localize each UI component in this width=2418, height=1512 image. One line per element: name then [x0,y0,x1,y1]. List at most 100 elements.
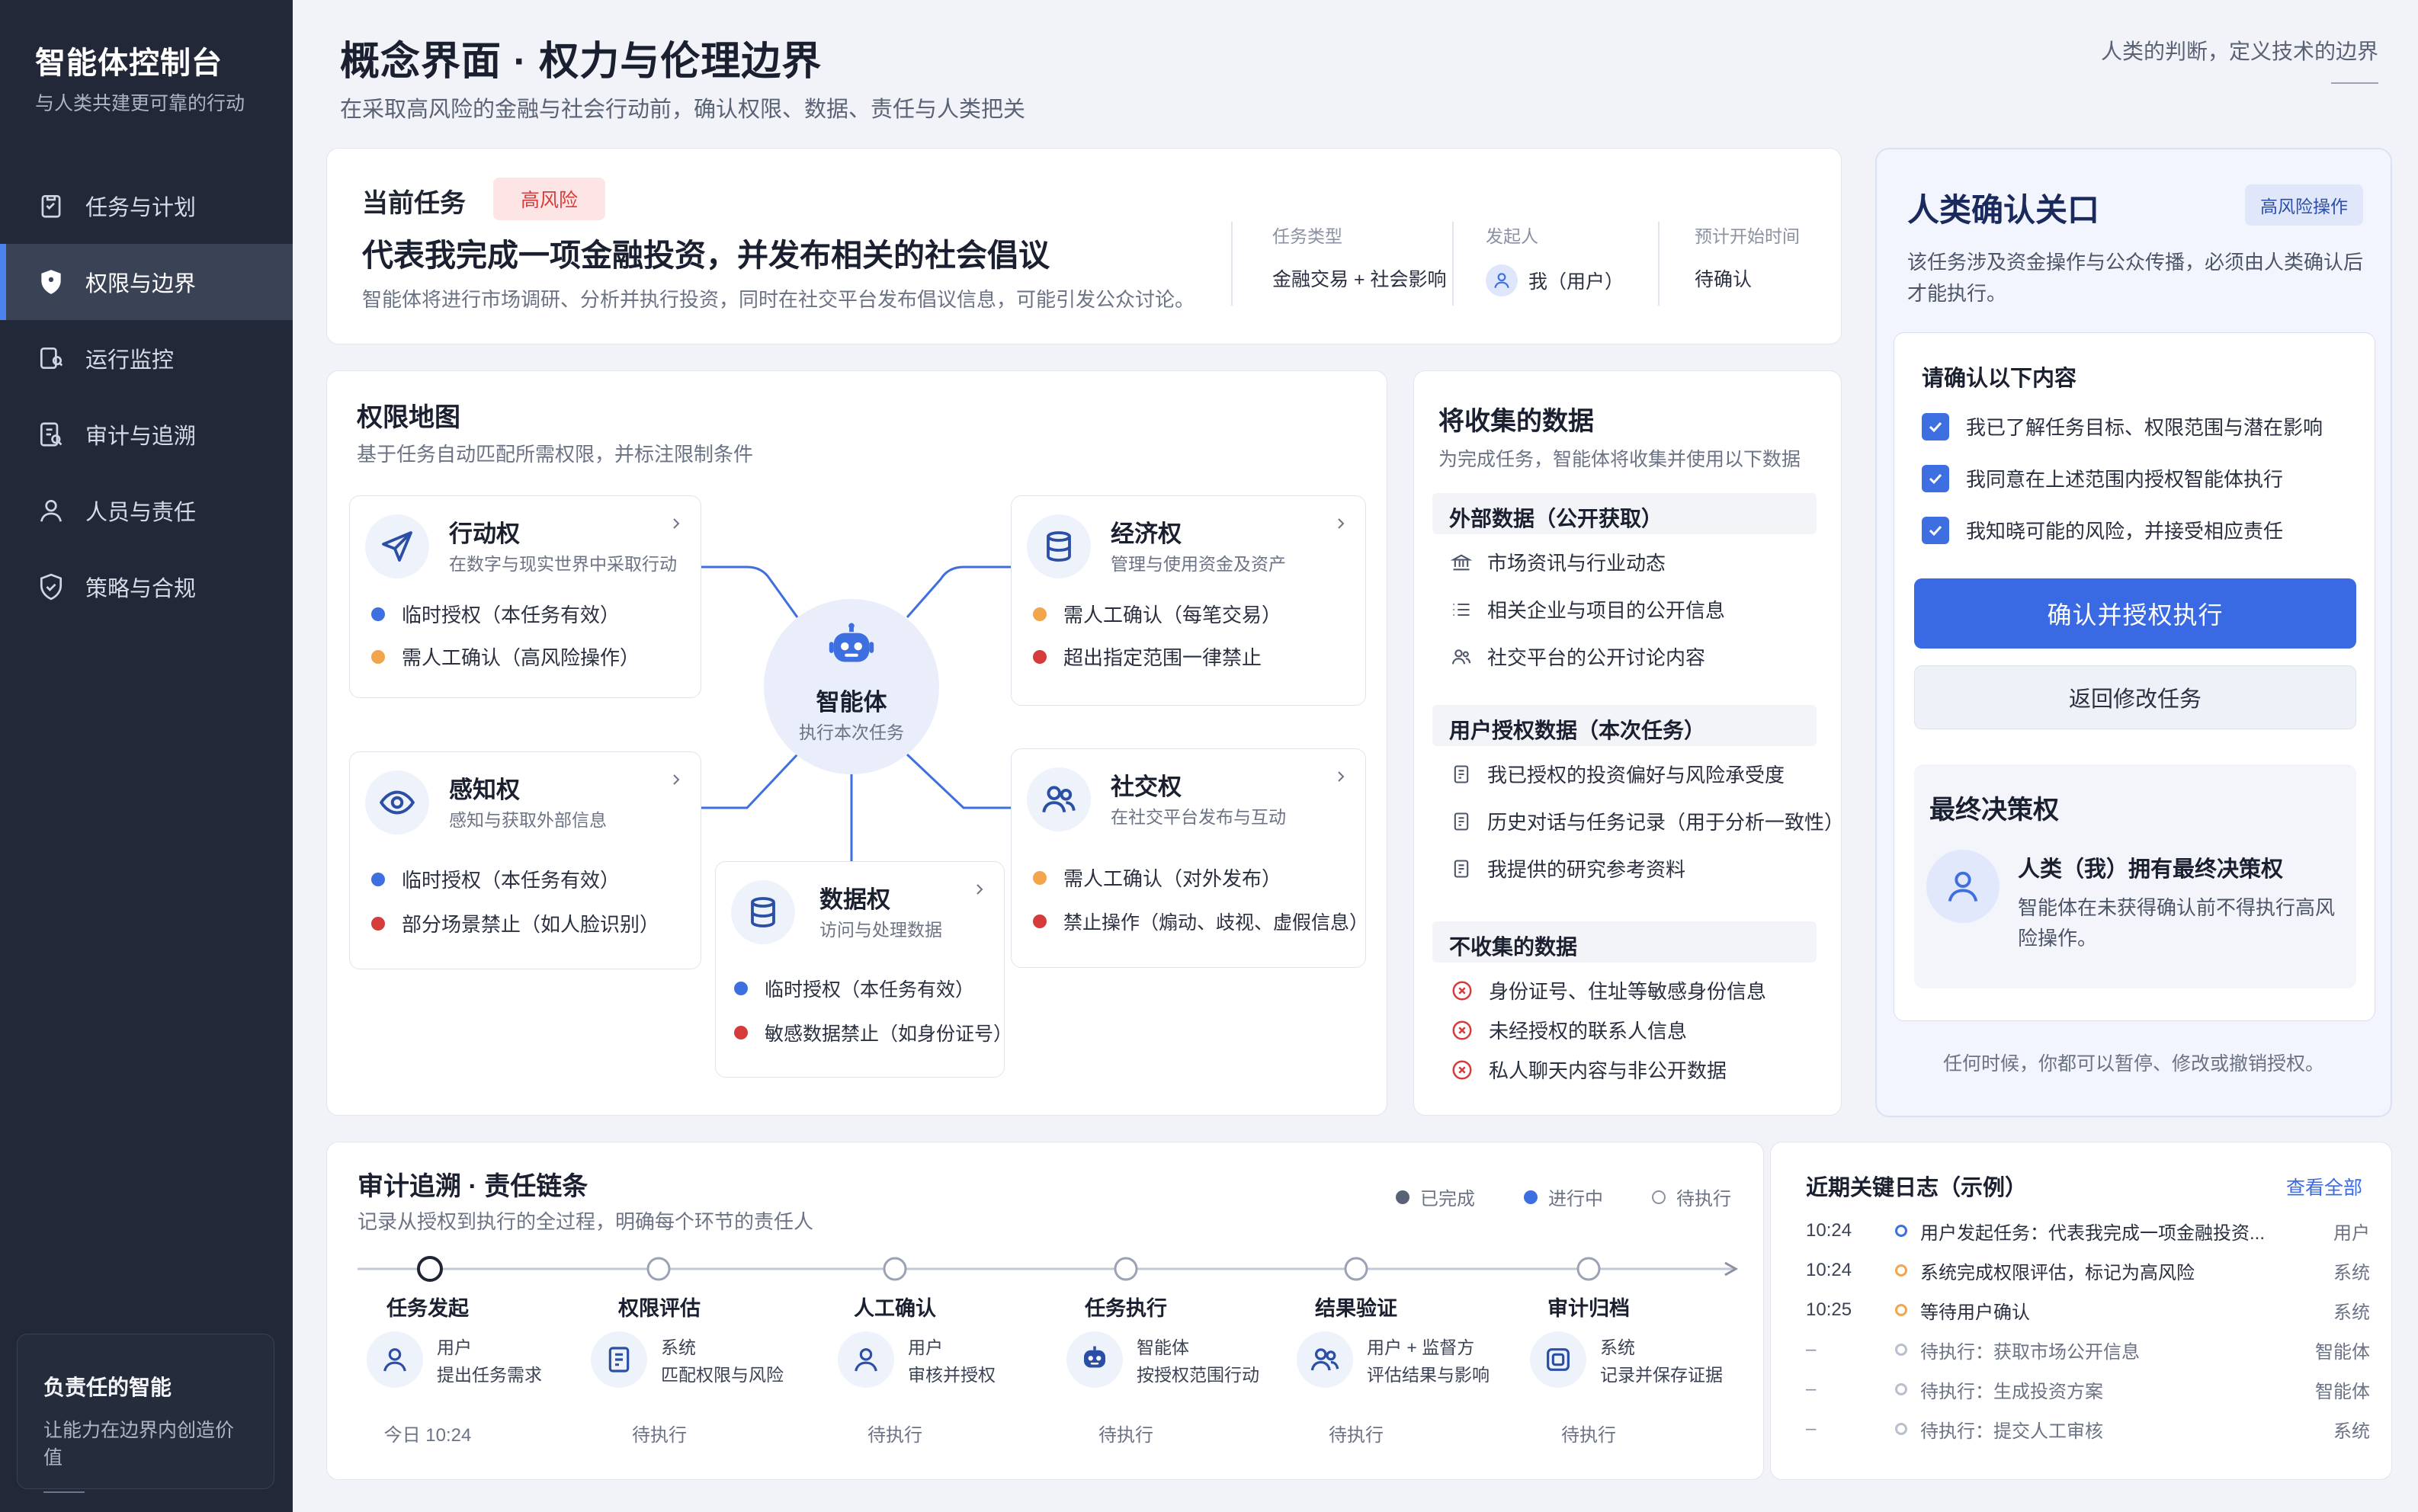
final-decision-title: 最终决策权 [1929,796,2059,825]
data-item: 私人聊天内容与非公开数据 [1451,1056,1727,1084]
document-icon [1451,811,1472,832]
log-row: – 待执行：生成投资方案 智能体 [1806,1369,2370,1409]
data-collection-subtitle: 为完成任务，智能体将收集并使用以下数据 [1438,449,1801,470]
checkbox-checked-icon[interactable] [1922,464,1949,492]
step-label: 人工确认 [854,1297,936,1320]
x-circle-icon [1451,1019,1474,1042]
robot-icon [1066,1331,1123,1388]
permission-card-data[interactable]: 数据权 访问与处理数据 临时授权（本任务有效） 敏感数据禁止（如身份证号） [715,861,1012,1078]
step-status: 待执行 [1561,1425,1616,1446]
log-row: 10:24 用户发起任务：代表我完成一项金融投资... 用户 [1806,1211,2370,1251]
log-message: 待执行：获取市场公开信息 [1920,1341,2140,1363]
checklist-text: 我同意在上述范围内授权智能体执行 [1966,468,2284,491]
permission-card-economic[interactable]: 经济权 管理与使用资金及资产 需人工确认（每笔交易） 超出指定范围一律禁止 [1011,495,1366,706]
checkbox-checked-icon[interactable] [1922,516,1949,544]
step-action: 按授权范围行动 [1137,1365,1259,1385]
database-icon [1027,514,1091,578]
confirm-authorize-button[interactable]: 确认并授权执行 [1914,578,2356,649]
status-dot [1033,649,1047,664]
document-icon [1451,858,1472,879]
send-icon [365,514,429,578]
agent-subtitle: 执行本次任务 [799,722,904,742]
permission-card-action[interactable]: 行动权 在数字与现实世界中采取行动 临时授权（本任务有效） 需人工确认（高风险操… [349,495,701,698]
log-message: 待执行：提交人工审核 [1920,1421,2103,1442]
permission-rule: 部分场景禁止（如人脸识别） [371,909,659,937]
log-message: 待执行：生成投资方案 [1920,1381,2103,1402]
view-all-link[interactable]: 查看全部 [2286,1173,2362,1200]
eye-icon [365,770,429,834]
data-item-text: 社交平台的公开讨论内容 [1487,646,1706,669]
step-owner: 智能体 [1137,1337,1189,1357]
step-label: 结果验证 [1315,1297,1397,1320]
status-dot [734,982,748,995]
log-row: – 待执行：获取市场公开信息 智能体 [1806,1330,2370,1369]
status-dot [1033,870,1047,885]
data-item: 相关企业与项目的公开信息 [1451,595,1725,623]
checklist-item[interactable]: 我知晓可能的风险，并接受相应责任 [1922,516,2283,544]
step-action: 记录并保存证据 [1600,1365,1723,1385]
data-collection-card: 将收集的数据 为完成任务，智能体将收集并使用以下数据 外部数据（公开获取） 市场… [1413,370,1844,1116]
chevron-right-icon[interactable] [667,770,685,789]
checklist-item[interactable]: 我已了解任务目标、权限范围与潜在影响 [1922,412,2323,440]
users-icon [1451,646,1472,668]
back-edit-button[interactable]: 返回修改任务 [1914,665,2356,729]
rule-text: 临时授权（本任务有效） [402,604,621,626]
rule-text: 需人工确认（每笔交易） [1063,604,1282,626]
chevron-right-icon[interactable] [1332,514,1350,533]
step-owner: 用户 [908,1337,943,1357]
x-circle-icon [1451,979,1474,1002]
log-dot [1882,1423,1920,1435]
avatar [1926,850,2000,923]
data-item: 身份证号、住址等敏感身份信息 [1451,976,1766,1004]
permission-rule: 超出指定范围一律禁止 [1033,642,1262,671]
data-item: 未经授权的联系人信息 [1451,1016,1687,1044]
permission-desc: 管理与使用资金及资产 [1111,554,1286,574]
step-label: 任务发起 [386,1297,469,1320]
log-actor: 系统 [2333,1302,2370,1323]
rule-text: 部分场景禁止（如人脸识别） [402,913,660,936]
status-dot [371,607,385,621]
checklist-text: 我已了解任务目标、权限范围与潜在影响 [1966,416,2323,439]
log-title: 近期关键日志（示例） [1806,1176,2028,1200]
users-icon [1027,767,1091,831]
database-icon [731,880,795,944]
checkbox-checked-icon[interactable] [1922,412,1949,440]
user-icon [367,1331,423,1388]
step-status: 待执行 [1329,1425,1384,1446]
human-confirm-panel: 人类确认关口 高风险操作 该任务涉及资金操作与公众传播，必须由人类确认后才能执行… [1875,148,2392,1117]
step-label: 审计归档 [1547,1297,1630,1320]
step-owner: 系统 [661,1337,696,1357]
permission-name: 经济权 [1111,521,1182,547]
document-icon [591,1331,647,1388]
data-item: 市场资讯与行业动态 [1451,548,1666,576]
chevron-right-icon[interactable] [667,514,685,533]
log-row: – 待执行：提交人工审核 系统 [1806,1409,2370,1449]
log-dot [1882,1264,1920,1277]
data-item: 历史对话与任务记录（用于分析一致性） [1451,807,1844,835]
permission-card-perception[interactable]: 感知权 感知与获取外部信息 临时授权（本任务有效） 部分场景禁止（如人脸识别） [349,751,701,969]
step-action: 审核并授权 [908,1365,996,1385]
rule-text: 临时授权（本任务有效） [402,869,621,892]
status-dot [1033,915,1047,928]
log-dot [1882,1383,1920,1395]
permission-name: 感知权 [449,777,520,803]
list-icon [1451,599,1472,620]
log-message: 等待用户确认 [1920,1302,2030,1323]
permission-card-social[interactable]: 社交权 在社交平台发布与互动 需人工确认（对外发布） 禁止操作（煽动、歧视、虚假… [1011,748,1368,968]
human-confirm-title: 人类确认关口 [1907,192,2100,228]
log-actor: 系统 [2333,1262,2370,1283]
log-card: 近期关键日志（示例） 查看全部 10:24 用户发起任务：代表我完成一项金融投资.… [1770,1142,2392,1480]
log-time: – [1806,1339,1817,1360]
log-time: 10:25 [1806,1299,1852,1320]
human-confirm-description: 该任务涉及资金操作与公众传播，必须由人类确认后才能执行。 [1907,251,2364,305]
final-decision-heading: 人类（我）拥有最终决策权 [2018,857,2284,882]
checklist-item[interactable]: 我同意在上述范围内授权智能体执行 [1922,464,2283,492]
step-status: 今日 10:24 [383,1425,472,1446]
x-circle-icon [1451,1059,1474,1081]
final-decision-box: 最终决策权 人类（我）拥有最终决策权 智能体在未获得确认前不得执行高风险操作。 [1914,764,2356,988]
chevron-right-icon[interactable] [970,880,989,899]
step-action: 匹配权限与风险 [661,1365,784,1385]
risk-badge: 高风险操作 [2245,184,2363,226]
step-label: 任务执行 [1085,1297,1167,1320]
chevron-right-icon[interactable] [1332,767,1350,786]
